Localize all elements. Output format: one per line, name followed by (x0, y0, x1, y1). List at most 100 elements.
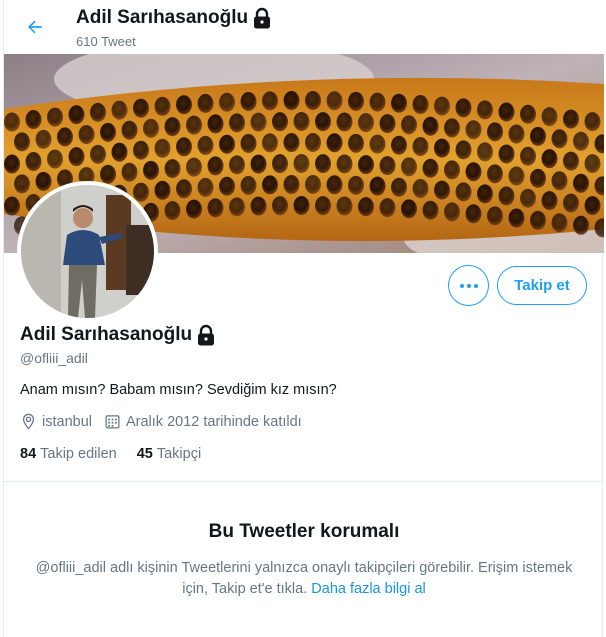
back-button[interactable] (20, 12, 50, 42)
banner-kernel (498, 186, 515, 206)
banner-kernel (391, 135, 407, 155)
banner-kernel (391, 93, 407, 113)
follow-button[interactable]: Takip et (497, 266, 587, 305)
banner-kernel (207, 156, 224, 176)
banner-kernel (143, 118, 159, 138)
banner-kernel (348, 91, 364, 111)
banner-kernel (379, 198, 396, 218)
banner-kernel (530, 126, 546, 146)
banner-kernel (348, 175, 364, 195)
more-dots-icon (459, 283, 478, 288)
banner-kernel (315, 154, 331, 174)
banner-kernel (207, 114, 224, 134)
banner-kernel (176, 137, 192, 157)
banner-kernel (487, 122, 503, 142)
banner-kernel (100, 164, 116, 184)
profile-meta: istanbul Aralık 2012 tarihinde katıldı (20, 413, 314, 430)
following-link[interactable]: 84 Takip edilen (20, 446, 117, 462)
banner-kernel (465, 120, 482, 140)
banner-kernel (326, 91, 343, 111)
banner-kernel (369, 92, 386, 112)
banner-kernel (35, 129, 52, 149)
banner-kernel (391, 177, 407, 197)
banner-kernel (369, 134, 386, 154)
banner-kernel (508, 124, 525, 144)
banner-kernel (465, 204, 482, 224)
banner-kernel (541, 149, 558, 169)
location-pin-icon (22, 413, 35, 430)
banner-kernel (164, 201, 181, 221)
banner-kernel (240, 91, 257, 111)
banner-kernel (111, 142, 128, 162)
banner-kernel (530, 168, 546, 188)
lock-icon (254, 7, 271, 29)
banner-kernel (358, 197, 374, 217)
banner-kernel (455, 182, 472, 202)
banner-kernel (379, 156, 396, 176)
banner-kernel (154, 138, 171, 158)
banner-kernel (4, 112, 20, 132)
banner-kernel (336, 196, 353, 216)
banner-kernel (25, 110, 42, 130)
banner-kernel (197, 177, 214, 197)
banner-kernel (551, 129, 568, 149)
learn-more-link[interactable]: Daha fazla bilgi al (311, 581, 425, 597)
banner-kernel (520, 146, 536, 166)
more-button[interactable] (448, 265, 489, 306)
banner-kernel (541, 191, 558, 211)
banner-kernel (487, 206, 503, 226)
banner-kernel (369, 176, 386, 196)
tweet-count: 610 Tweet (76, 34, 136, 49)
top-bar: Adil Sarıhasanoğlu 610 Tweet (4, 0, 604, 54)
banner-kernel (207, 198, 224, 218)
banner-kernel (4, 154, 20, 174)
banner-kernel (336, 154, 353, 174)
banner-kernel (444, 160, 460, 180)
banner-kernel (293, 154, 310, 174)
banner-kernel (229, 197, 245, 217)
banner-kernel (14, 174, 30, 194)
banner-kernel (154, 180, 171, 200)
banner-kernel (68, 147, 85, 167)
followers-label: Takipçi (156, 446, 202, 462)
banner-kernel (219, 176, 235, 196)
banner-kernel (487, 164, 503, 184)
banner-kernel (498, 144, 515, 164)
banner-kernel (584, 112, 601, 132)
header-title: Adil Sarıhasanoğlu (76, 7, 272, 29)
banner-kernel (573, 173, 589, 193)
banner-kernel (229, 113, 245, 133)
location-item: istanbul (20, 413, 92, 430)
avatar[interactable] (17, 181, 158, 322)
banner-kernel (541, 107, 558, 127)
banner-kernel (305, 175, 321, 195)
following-label: Takip edilen (40, 446, 117, 462)
banner-kernel (326, 133, 343, 153)
profile-page: Adil Sarıhasanoğlu 610 Tweet Takip et Ad… (3, 0, 604, 637)
banner-kernel (121, 120, 138, 140)
followers-link[interactable]: 45 Takipçi (137, 446, 201, 462)
banner-kernel (283, 175, 300, 195)
banner-kernel (455, 140, 472, 160)
banner-kernel (250, 196, 267, 216)
banner-kernel (186, 115, 202, 135)
banner-kernel (176, 179, 192, 199)
banner-kernel (186, 199, 202, 219)
banner-kernel (348, 133, 364, 153)
banner-kernel (465, 162, 482, 182)
banner-kernel (47, 107, 63, 127)
banner-kernel (563, 109, 579, 129)
banner-kernel (283, 91, 300, 111)
banner-kernel (25, 152, 42, 172)
joined-text: Aralık 2012 tarihinde katıldı (125, 413, 302, 430)
banner-kernel (133, 140, 149, 160)
banner-kernel (520, 104, 536, 124)
banner-kernel (143, 160, 159, 180)
banner-kernel (78, 125, 95, 145)
banner-kernel (573, 131, 589, 151)
banner-kernel (35, 171, 52, 191)
banner-kernel (305, 133, 321, 153)
banner-kernel (336, 112, 353, 132)
banner-kernel (563, 151, 579, 171)
banner-kernel (57, 127, 73, 147)
